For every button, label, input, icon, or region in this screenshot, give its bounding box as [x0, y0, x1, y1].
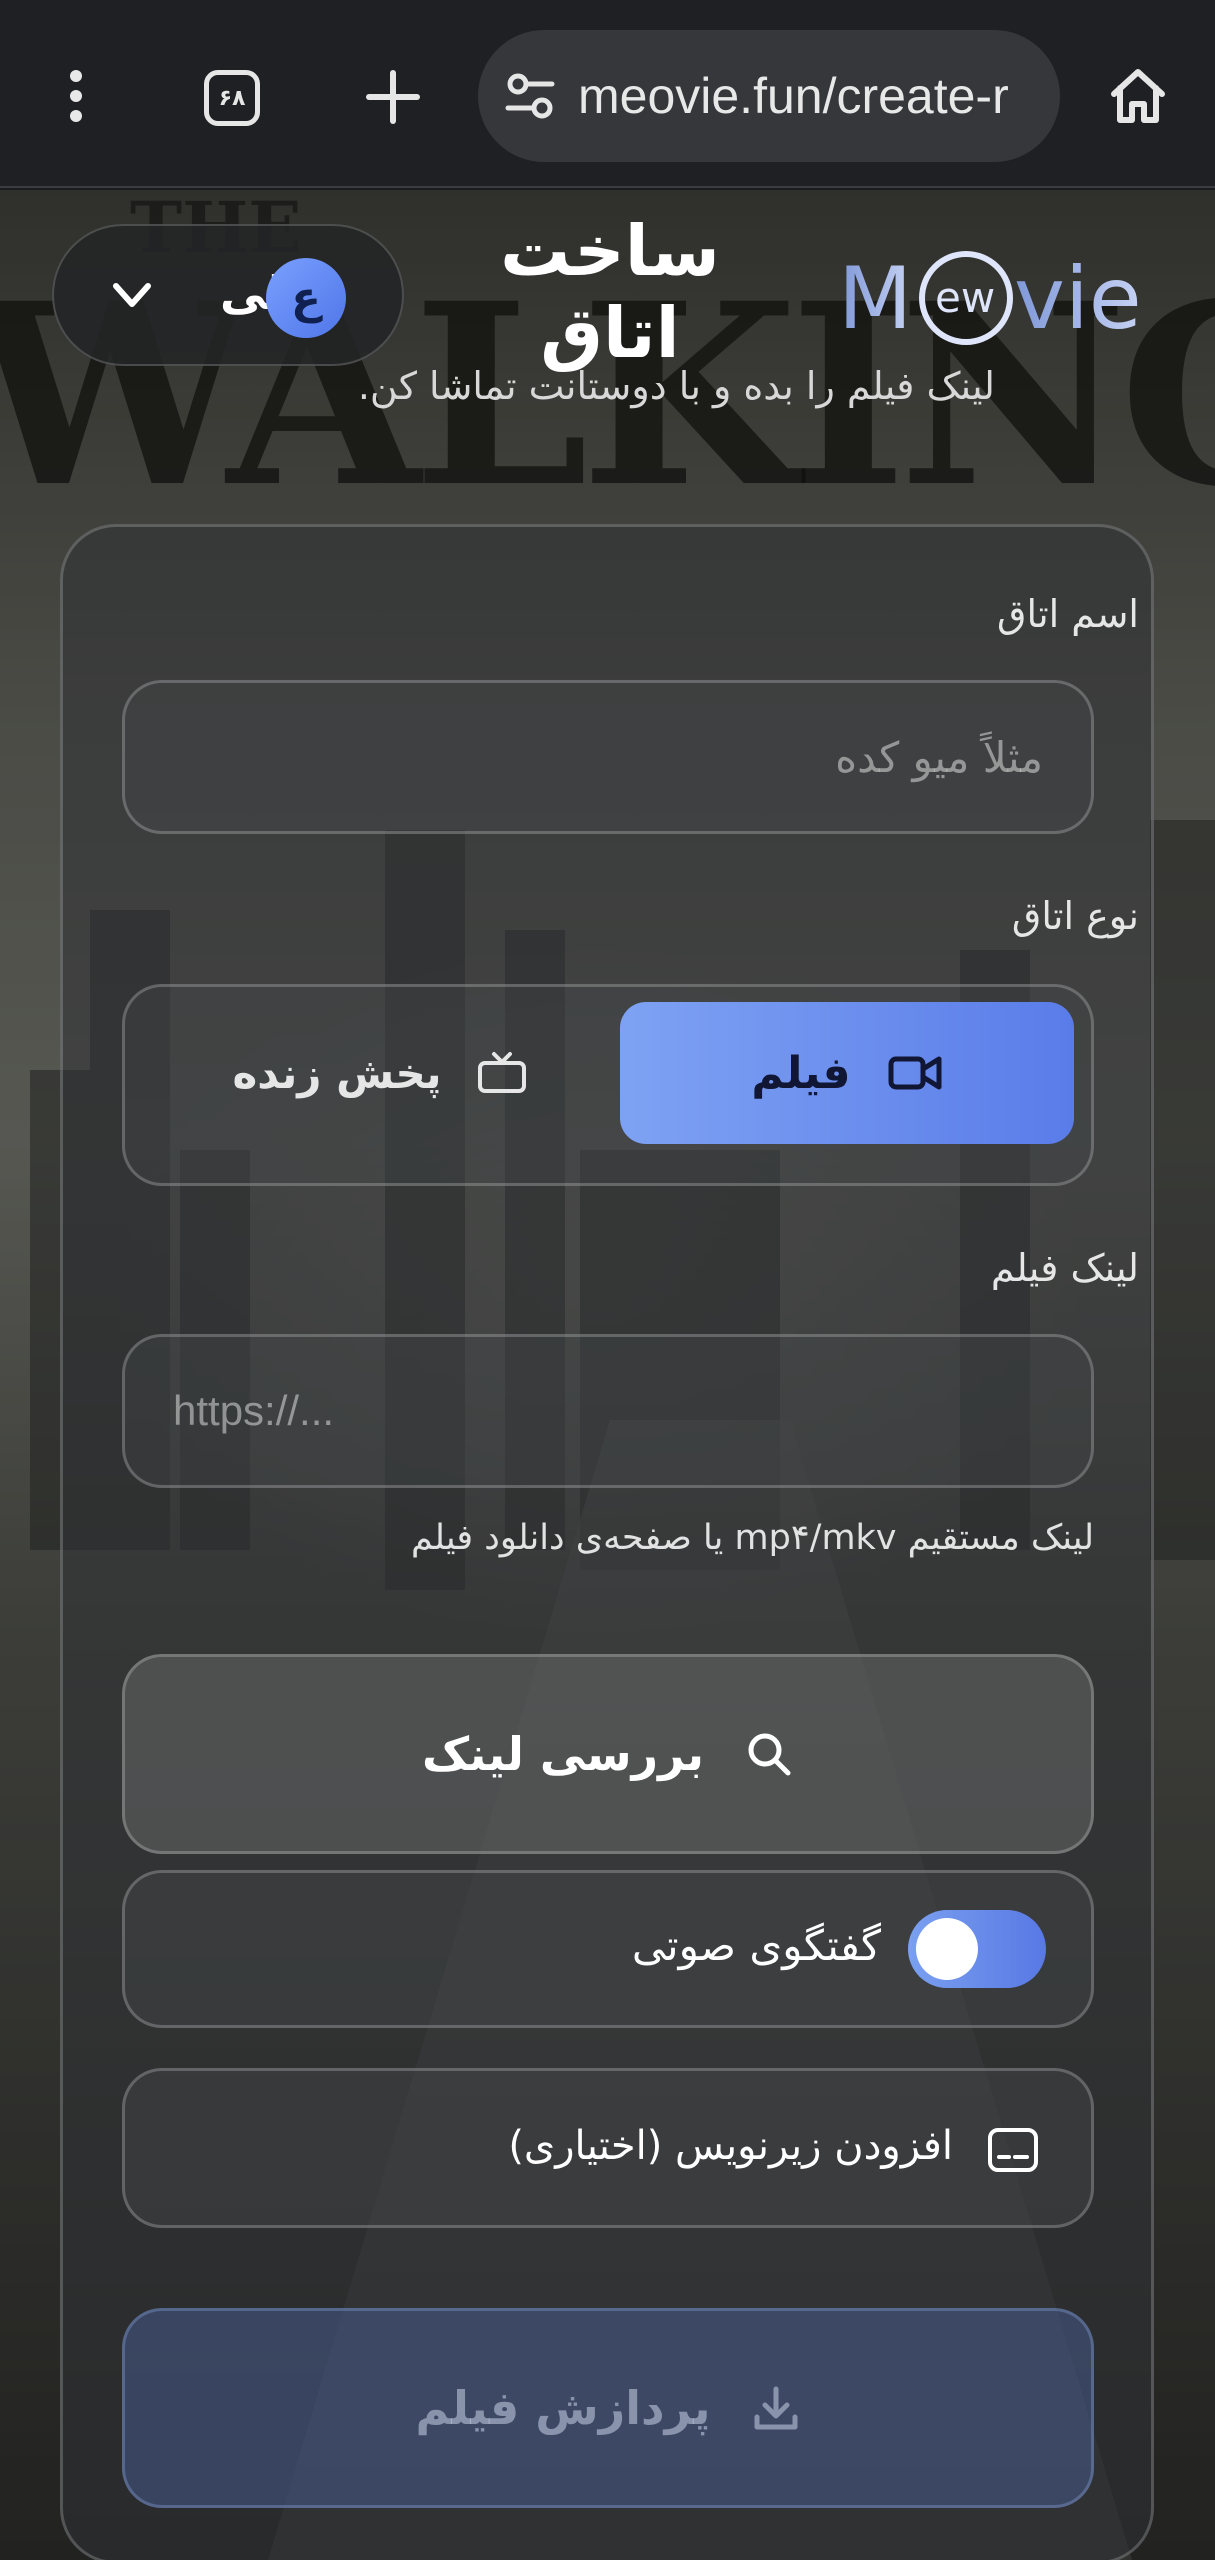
download-icon [754, 2386, 797, 2430]
tune-icon[interactable] [504, 70, 556, 122]
tv-icon [477, 1052, 526, 1093]
add-subtitle-button[interactable]: افزودن زیرنویس (اختیاری) [122, 2068, 1094, 2228]
movie-link-input[interactable]: https://... [122, 1334, 1094, 1488]
tab-switcher-button[interactable]: ۶۸ [204, 70, 260, 126]
movie-link-placeholder: https://... [173, 1387, 335, 1434]
new-tab-plus-icon[interactable] [362, 66, 424, 128]
browser-toolbar: ۶۸ meovie.fun/create-r [0, 0, 1215, 188]
process-movie-label: پردازش فیلم [415, 2381, 711, 2435]
toggle-knob [916, 1918, 978, 1980]
svg-text:ew: ew [935, 273, 995, 322]
more-vertical-icon[interactable] [62, 66, 92, 126]
room-name-input[interactable]: مثلاً میو کده [122, 680, 1094, 834]
room-type-film-option[interactable]: فیلم [620, 1002, 1074, 1144]
room-name-placeholder: مثلاً میو کده [835, 732, 1043, 782]
page-title: ساخت اتاق [500, 210, 720, 374]
check-link-label: بررسی لینک [421, 1727, 705, 1781]
meovie-logo: M ew vie [838, 249, 1142, 349]
video-camera-icon [888, 1056, 942, 1090]
add-subtitle-label: افزودن زیرنویس (اختیاری) [508, 2123, 953, 2169]
voice-chat-label: گفتگوی صوتی [631, 1921, 881, 1970]
subtitles-icon [988, 2128, 1038, 2172]
url-text: meovie.fun/create-r [578, 68, 1009, 124]
avatar: ع [266, 258, 346, 338]
check-link-button[interactable]: بررسی لینک [122, 1654, 1094, 1854]
voice-chat-toggle[interactable] [908, 1910, 1046, 1988]
room-type-label: نوع اتاق [1011, 894, 1139, 938]
movie-link-hint: لینک مستقیم mp۴/mkv یا صفحه‌ی دانلود فیل… [410, 1518, 1094, 1558]
user-menu-button[interactable]: علی [52, 224, 404, 366]
room-type-live-label: پخش زنده [232, 1048, 442, 1098]
room-type-film-label: فیلم [751, 1047, 851, 1099]
room-name-label: اسم اتاق [997, 592, 1139, 636]
search-icon [748, 1733, 791, 1776]
svg-text:M: M [838, 249, 912, 349]
tab-count: ۶۸ [218, 85, 246, 111]
svg-text:vie: vie [1014, 249, 1142, 349]
process-movie-button[interactable]: پردازش فیلم [122, 2308, 1094, 2508]
address-bar[interactable]: meovie.fun/create-r [478, 30, 1060, 162]
room-type-live-option[interactable]: پخش زنده [170, 1002, 590, 1144]
movie-link-label: لینک فیلم [990, 1246, 1139, 1290]
page-subtitle: لینک فیلم را بده و با دوستانت تماشا کن. [357, 364, 995, 408]
home-icon[interactable] [1108, 66, 1168, 126]
chevron-down-icon [113, 283, 151, 307]
